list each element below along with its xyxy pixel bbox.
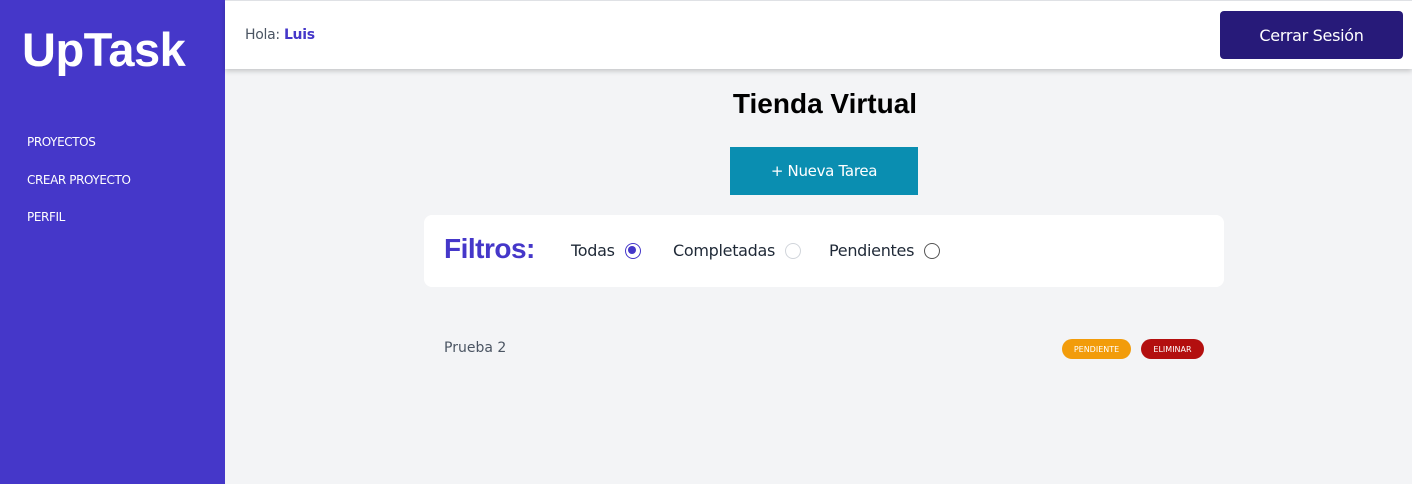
sidebar-nav: PROYECTOS CREAR PROYECTO PERFIL — [27, 134, 131, 247]
filter-pendientes-label: Pendientes — [829, 241, 915, 260]
filters-title: Filtros: — [444, 233, 535, 264]
user-name: Luis — [283, 27, 315, 43]
sidebar-link-proyectos[interactable]: PROYECTOS — [27, 134, 131, 150]
greeting: Hola: Luis — [245, 27, 315, 43]
new-task-button[interactable]: + Nueva Tarea — [730, 147, 918, 195]
sidebar-link-crear-proyecto[interactable]: CREAR PROYECTO — [27, 172, 131, 188]
task-name: Prueba 2 — [444, 340, 507, 356]
filter-pendientes[interactable]: Pendientes — [829, 241, 941, 260]
filter-todas-radio[interactable] — [624, 242, 641, 259]
filter-pendientes-radio[interactable] — [924, 242, 941, 259]
task-row: Prueba 2 Pendiente Eliminar — [424, 330, 1224, 368]
top-bar: Hola: Luis Cerrar Sesión — [225, 0, 1412, 69]
greeting-label: Hola: — [245, 27, 280, 43]
filter-todas[interactable]: Todas — [571, 241, 641, 260]
filters-panel: Filtros: Todas Completadas Pendientes — [424, 215, 1224, 287]
task-delete-button[interactable]: Eliminar — [1141, 339, 1204, 359]
filter-completadas-label: Completadas — [673, 241, 776, 260]
sidebar-link-perfil[interactable]: PERFIL — [27, 209, 131, 225]
sidebar-item-crear-proyecto: CREAR PROYECTO — [27, 172, 131, 210]
task-status-button[interactable]: Pendiente — [1062, 339, 1131, 359]
filter-completadas-radio[interactable] — [785, 242, 802, 259]
sidebar: UpTask PROYECTOS CREAR PROYECTO PERFIL — [0, 0, 225, 484]
filter-todas-label: Todas — [571, 241, 615, 260]
logout-button[interactable]: Cerrar Sesión — [1220, 11, 1403, 59]
app-logo: UpTask — [22, 23, 186, 76]
filter-completadas[interactable]: Completadas — [673, 241, 802, 260]
sidebar-item-perfil: PERFIL — [27, 209, 131, 247]
project-title: Tienda Virtual — [732, 88, 918, 119]
sidebar-item-proyectos: PROYECTOS — [27, 134, 131, 172]
